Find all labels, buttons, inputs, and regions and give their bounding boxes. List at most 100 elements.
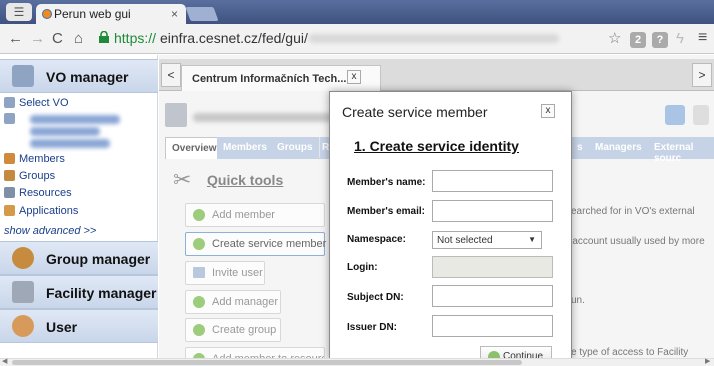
url-path: einfra.cesnet.cz/fed/gui/ <box>160 30 308 46</box>
login-label: Login: <box>347 262 378 273</box>
left-menu: VO manager Select VO Members Groups Reso… <box>0 55 158 360</box>
browser-navbar: ← → C ⌂ https:// einfra.cesnet.cz/fed/gu… <box>0 24 714 54</box>
browser-tabstrip: ☰ Perun web gui × <box>0 0 714 24</box>
sidebar-item-applications[interactable]: Applications <box>4 205 78 217</box>
show-advanced-link[interactable]: show advanced >> <box>4 225 96 237</box>
vo-manager-header[interactable]: VO manager <box>0 59 158 93</box>
close-tab-icon[interactable]: × <box>171 7 178 21</box>
sidebar-item-label: Applications <box>19 205 79 217</box>
dropdown-caret-icon: ▼ <box>528 235 536 244</box>
issuer-dn-label: Issuer DN: <box>347 322 398 333</box>
vo-name-redacted <box>30 115 120 124</box>
subject-dn-label: Subject DN: <box>347 292 404 303</box>
button-label: Create group <box>212 324 277 336</box>
member-email-input[interactable] <box>432 200 553 222</box>
group-manager-header[interactable]: Group manager <box>0 241 158 275</box>
quick-tools-label: Quick tools <box>207 172 284 188</box>
scroll-tabs-left-button[interactable]: < <box>161 63 181 87</box>
tab-managers[interactable]: Managers <box>589 137 648 159</box>
building-small-icon <box>4 97 15 108</box>
create-service-member-dialog: Create service member x 1. Create servic… <box>329 91 572 366</box>
group-manager-icon <box>12 247 34 269</box>
issuer-dn-input[interactable] <box>432 315 553 337</box>
invite-user-button[interactable]: Invite user <box>185 261 265 285</box>
tab-overview[interactable]: Overview <box>165 137 224 159</box>
address-bar[interactable]: https:// einfra.cesnet.cz/fed/gui/ <box>96 28 606 50</box>
url-redacted <box>309 34 559 43</box>
mail-icon <box>193 267 205 278</box>
tab-groups[interactable]: Groups <box>271 137 319 159</box>
vo-title-redacted <box>193 113 333 122</box>
create-group-button[interactable]: Create group <box>185 318 281 342</box>
scrollbar-thumb[interactable] <box>12 360 522 365</box>
tools-icon: ✂ <box>173 167 192 192</box>
group-icon <box>4 170 15 181</box>
main-tabbar: < Centrum Informačních Tech... x > <box>159 59 714 91</box>
scroll-tabs-right-button[interactable]: > <box>692 63 712 87</box>
settings-icon[interactable] <box>693 105 709 125</box>
browser-menu-icon[interactable]: ≡ <box>698 29 707 47</box>
member-name-label: Member's name: <box>347 177 426 188</box>
user-label: User <box>46 319 78 335</box>
back-arrow-icon[interactable]: ← <box>8 30 23 47</box>
add-icon <box>193 238 205 250</box>
extension-bolt-icon[interactable]: ϟ <box>676 30 684 47</box>
reload-icon[interactable]: C <box>52 30 63 47</box>
subject-dn-input[interactable] <box>432 285 553 307</box>
horizontal-scrollbar[interactable]: ◀ ▶ <box>0 358 714 366</box>
facility-icon <box>12 281 34 303</box>
add-member-button[interactable]: Add member <box>185 203 325 227</box>
vo-name-redacted <box>30 139 110 148</box>
add-icon <box>193 209 205 221</box>
select-vo-link[interactable]: Select VO <box>4 97 69 109</box>
create-service-member-button[interactable]: Create service member <box>185 232 326 256</box>
sidebar-item-members[interactable]: Members <box>4 153 65 165</box>
add-icon <box>193 324 205 336</box>
refresh-icon[interactable] <box>665 105 685 125</box>
tab-vo-label: Centrum Informačních Tech... <box>192 73 347 85</box>
selected-vo-link[interactable] <box>4 113 19 125</box>
help-text: (account usually used by more <box>569 236 705 247</box>
sidebar-item-label: Groups <box>19 170 56 182</box>
member-email-label: Member's email: <box>347 206 425 217</box>
scroll-right-icon[interactable]: ▶ <box>705 357 710 365</box>
member-name-input[interactable] <box>432 170 553 192</box>
browser-tab-title: Perun web gui <box>54 7 131 21</box>
help-text: un. <box>571 295 585 306</box>
browser-profile-icon[interactable]: ☰ <box>6 3 32 21</box>
namespace-select[interactable]: Not selected ▼ <box>432 231 542 249</box>
button-label: Add member <box>212 209 275 221</box>
tab-external-sources[interactable]: External sourc <box>648 137 714 164</box>
namespace-label: Namespace: <box>347 234 406 245</box>
help-text: e type of access to Facility <box>571 347 689 358</box>
user-icon <box>12 315 34 337</box>
bookmark-star-icon[interactable]: ☆ <box>608 29 621 47</box>
sidebar-item-label: Members <box>19 153 65 165</box>
dialog-title: Create service member <box>342 104 488 120</box>
facility-manager-header[interactable]: Facility manager <box>0 275 158 309</box>
user-header[interactable]: User <box>0 309 158 343</box>
scroll-left-icon[interactable]: ◀ <box>2 357 7 365</box>
add-manager-button[interactable]: Add manager <box>185 290 281 314</box>
tab-partial-right[interactable]: s <box>571 137 589 159</box>
help-extension-icon[interactable]: ? <box>652 32 668 48</box>
tab-members[interactable]: Members <box>217 137 273 159</box>
extension-icon[interactable]: 2 <box>630 32 646 48</box>
select-vo-label: Select VO <box>19 97 69 109</box>
lock-icon <box>99 31 109 43</box>
close-dialog-button[interactable]: x <box>541 104 555 118</box>
home-icon[interactable]: ⌂ <box>74 30 83 47</box>
sidebar-item-groups[interactable]: Groups <box>4 170 55 182</box>
forward-arrow-icon[interactable]: → <box>30 30 45 47</box>
sidebar-item-resources[interactable]: Resources <box>4 187 72 199</box>
namespace-value: Not selected <box>437 235 493 246</box>
close-tab-button[interactable]: x <box>347 70 361 84</box>
new-tab-button[interactable] <box>185 7 219 21</box>
help-text: earched for in VO's external <box>571 206 695 217</box>
vo-name-redacted <box>30 127 100 136</box>
url-scheme: https:// <box>114 30 157 46</box>
button-label: Invite user <box>212 267 263 279</box>
browser-tab[interactable]: Perun web gui × <box>36 4 186 24</box>
favicon-icon <box>42 9 52 19</box>
step-heading: 1. Create service identity <box>354 138 519 154</box>
